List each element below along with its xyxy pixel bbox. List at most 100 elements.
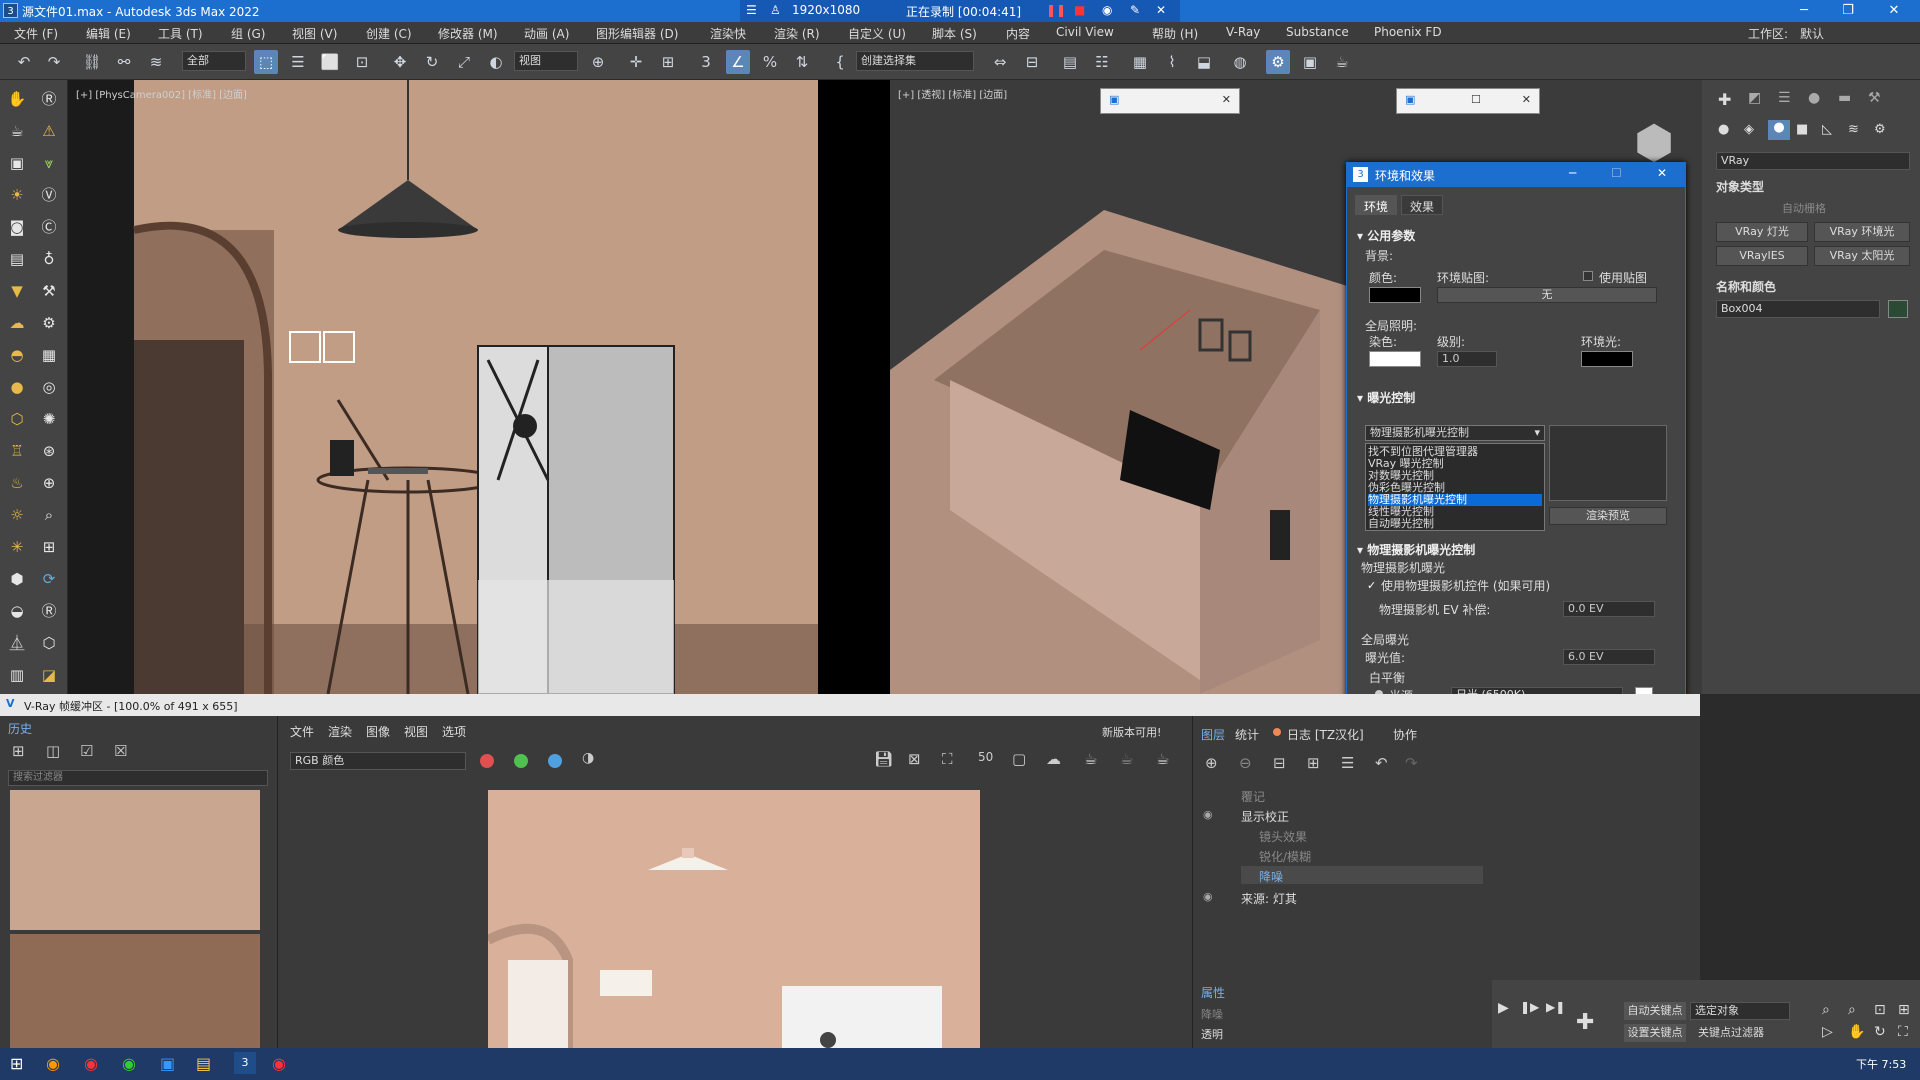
- tint-color-swatch[interactable]: [1369, 351, 1421, 367]
- ies-icon[interactable]: ▼: [4, 278, 30, 304]
- floating-window-1[interactable]: ▣ ✕: [1100, 88, 1240, 114]
- zoom-all-icon[interactable]: ⌕: [1848, 1002, 1856, 1018]
- redo-layer-icon[interactable]: ↷: [1405, 754, 1418, 772]
- lights-icon[interactable]: ●: [1768, 120, 1790, 140]
- windows-start-icon[interactable]: ⊞: [10, 1054, 23, 1073]
- last-frame-icon[interactable]: ▶❚: [1546, 1000, 1565, 1014]
- common-params-rollout[interactable]: ▾ 公用参数: [1357, 227, 1671, 244]
- camera-viewport[interactable]: [+] [PhysCamera002] [标准] [边面]: [68, 80, 818, 694]
- cloud-icon[interactable]: ☁: [4, 310, 30, 336]
- vfb-menu-image[interactable]: 图像: [366, 723, 390, 740]
- menu-vray[interactable]: V-Ray: [1226, 25, 1260, 39]
- magnifier-icon[interactable]: ⌕: [36, 502, 62, 528]
- menu-views[interactable]: 视图 (V): [292, 25, 337, 42]
- delete-icon[interactable]: ☒: [114, 742, 127, 760]
- interactive-render-icon[interactable]: ☕: [1120, 750, 1133, 768]
- tab-effects[interactable]: 效果: [1401, 195, 1444, 215]
- lamp-icon[interactable]: ♖: [4, 438, 30, 464]
- scale-icon[interactable]: ⤢: [452, 50, 476, 74]
- tab-stats[interactable]: 统计: [1235, 726, 1259, 743]
- display-tab-icon[interactable]: ▬: [1838, 90, 1851, 106]
- load-layers-icon[interactable]: ⊞: [1307, 754, 1320, 772]
- reference-coord-dropdown[interactable]: 视图: [514, 51, 578, 71]
- folder-icon[interactable]: ▤: [196, 1054, 211, 1073]
- phys-cam-exposure-rollout[interactable]: ▾ 物理摄影机曝光控制: [1357, 541, 1671, 558]
- rendered-frame-window-icon[interactable]: ▣: [1298, 50, 1322, 74]
- keyboard-shortcut-icon[interactable]: ⊞: [656, 50, 680, 74]
- history-search-input[interactable]: 搜索过滤器: [8, 770, 268, 786]
- menu-create[interactable]: 创建 (C): [366, 25, 412, 42]
- layer-row[interactable]: 镜头效果: [1259, 828, 1307, 845]
- exposure-control-rollout[interactable]: ▾ 曝光控制: [1357, 389, 1671, 406]
- create-tab-icon[interactable]: ✚: [1718, 90, 1731, 109]
- dome-icon[interactable]: ◓: [4, 342, 30, 368]
- background-color-swatch[interactable]: [1369, 287, 1421, 303]
- menu-edit[interactable]: 编辑 (E): [86, 25, 131, 42]
- compare-icon[interactable]: ◫: [46, 742, 60, 760]
- save-layers-icon[interactable]: ⊟: [1273, 754, 1286, 772]
- curve-editor-icon[interactable]: ⌇: [1160, 50, 1184, 74]
- ball-icon[interactable]: ◒: [4, 598, 30, 624]
- select-icon[interactable]: ⬚: [254, 50, 278, 74]
- layer-explorer-icon[interactable]: ☷: [1090, 50, 1114, 74]
- rotate-icon[interactable]: ↻: [420, 50, 444, 74]
- minimize-icon[interactable]: ─: [1569, 166, 1576, 180]
- maximize-viewport-icon[interactable]: ⛶: [1898, 1024, 1908, 1040]
- stop-icon[interactable]: ■: [1074, 3, 1085, 17]
- photoshop-icon[interactable]: ▣: [160, 1054, 175, 1073]
- red-channel-icon[interactable]: [480, 754, 494, 768]
- globe-icon[interactable]: ⊕: [36, 470, 62, 496]
- redo-icon[interactable]: ↷: [42, 50, 66, 74]
- c-circle-icon[interactable]: Ⓒ: [36, 214, 62, 240]
- layer-row[interactable]: 锐化/模糊: [1259, 848, 1311, 865]
- stop-render-icon[interactable]: ☕: [1156, 750, 1169, 768]
- vfb-menu-options[interactable]: 选项: [442, 723, 466, 740]
- menu-group[interactable]: 组 (G): [231, 25, 265, 42]
- workspace-value[interactable]: 默认: [1800, 25, 1824, 42]
- select-by-name-icon[interactable]: ☰: [286, 50, 310, 74]
- menu-file[interactable]: 文件 (F): [14, 25, 58, 42]
- pen-icon[interactable]: ✎: [1130, 3, 1140, 17]
- auto-key-button[interactable]: 自动关键点: [1624, 1002, 1686, 1020]
- selection-filter-dropdown[interactable]: 全部: [182, 51, 246, 71]
- gear-tool-icon[interactable]: ⚙: [36, 310, 62, 336]
- close-icon[interactable]: ✕: [1156, 3, 1166, 17]
- modify-tab-icon[interactable]: ◩: [1748, 90, 1761, 106]
- hexagon-icon[interactable]: ⬡: [36, 630, 62, 656]
- use-phys-cam-checkbox[interactable]: ✓: [1367, 579, 1376, 592]
- rb2-icon[interactable]: Ⓡ: [36, 598, 62, 624]
- play-icon[interactable]: ▶: [1498, 1000, 1509, 1016]
- burst-icon[interactable]: ✳: [4, 534, 30, 560]
- close-window-button[interactable]: ✕: [1876, 0, 1912, 22]
- minimize-button[interactable]: ─: [1786, 0, 1822, 22]
- history-thumbnail-1[interactable]: [10, 790, 260, 930]
- bind-spacewarp-icon[interactable]: ≋: [144, 50, 168, 74]
- object-type-rollout[interactable]: 对象类型: [1716, 178, 1764, 195]
- app-icon[interactable]: ◉: [84, 1054, 98, 1073]
- align-icon[interactable]: ⊟: [1020, 50, 1044, 74]
- object-name-field[interactable]: Box004: [1716, 300, 1880, 318]
- schematic-view-icon[interactable]: ⬓: [1192, 50, 1216, 74]
- menu-animation[interactable]: 动画 (A): [524, 25, 569, 42]
- cameras-icon[interactable]: ■: [1796, 122, 1808, 137]
- history-thumbnail-2[interactable]: [10, 934, 260, 1048]
- zoom-extents-all-icon[interactable]: ⊞: [1898, 1002, 1910, 1018]
- clear-image-icon[interactable]: ⊠: [908, 750, 921, 768]
- grid-sphere-icon[interactable]: ⊛: [36, 438, 62, 464]
- link-icon[interactable]: ⛓: [80, 50, 104, 74]
- level-spinner[interactable]: 1.0: [1437, 351, 1497, 367]
- close-icon[interactable]: ✕: [1657, 166, 1667, 180]
- vfb-menu-file[interactable]: 文件: [290, 723, 314, 740]
- set-key-button[interactable]: 设置关键点: [1624, 1024, 1686, 1042]
- undo-icon[interactable]: ↶: [12, 50, 36, 74]
- tripod-icon[interactable]: ⏅: [4, 630, 30, 656]
- window-crossing-icon[interactable]: ⊡: [350, 50, 374, 74]
- fit-icon[interactable]: ▢: [1012, 750, 1026, 768]
- orbit-icon[interactable]: ↻: [1874, 1024, 1886, 1040]
- alpha-channel-icon[interactable]: ◑: [582, 750, 594, 766]
- ambient-color-swatch[interactable]: [1581, 351, 1633, 367]
- systems-icon[interactable]: ⚙: [1874, 122, 1886, 137]
- bulb-icon[interactable]: ♁: [36, 246, 62, 272]
- layers-icon[interactable]: ▥: [4, 662, 30, 688]
- mirror-icon[interactable]: ⇔: [988, 50, 1012, 74]
